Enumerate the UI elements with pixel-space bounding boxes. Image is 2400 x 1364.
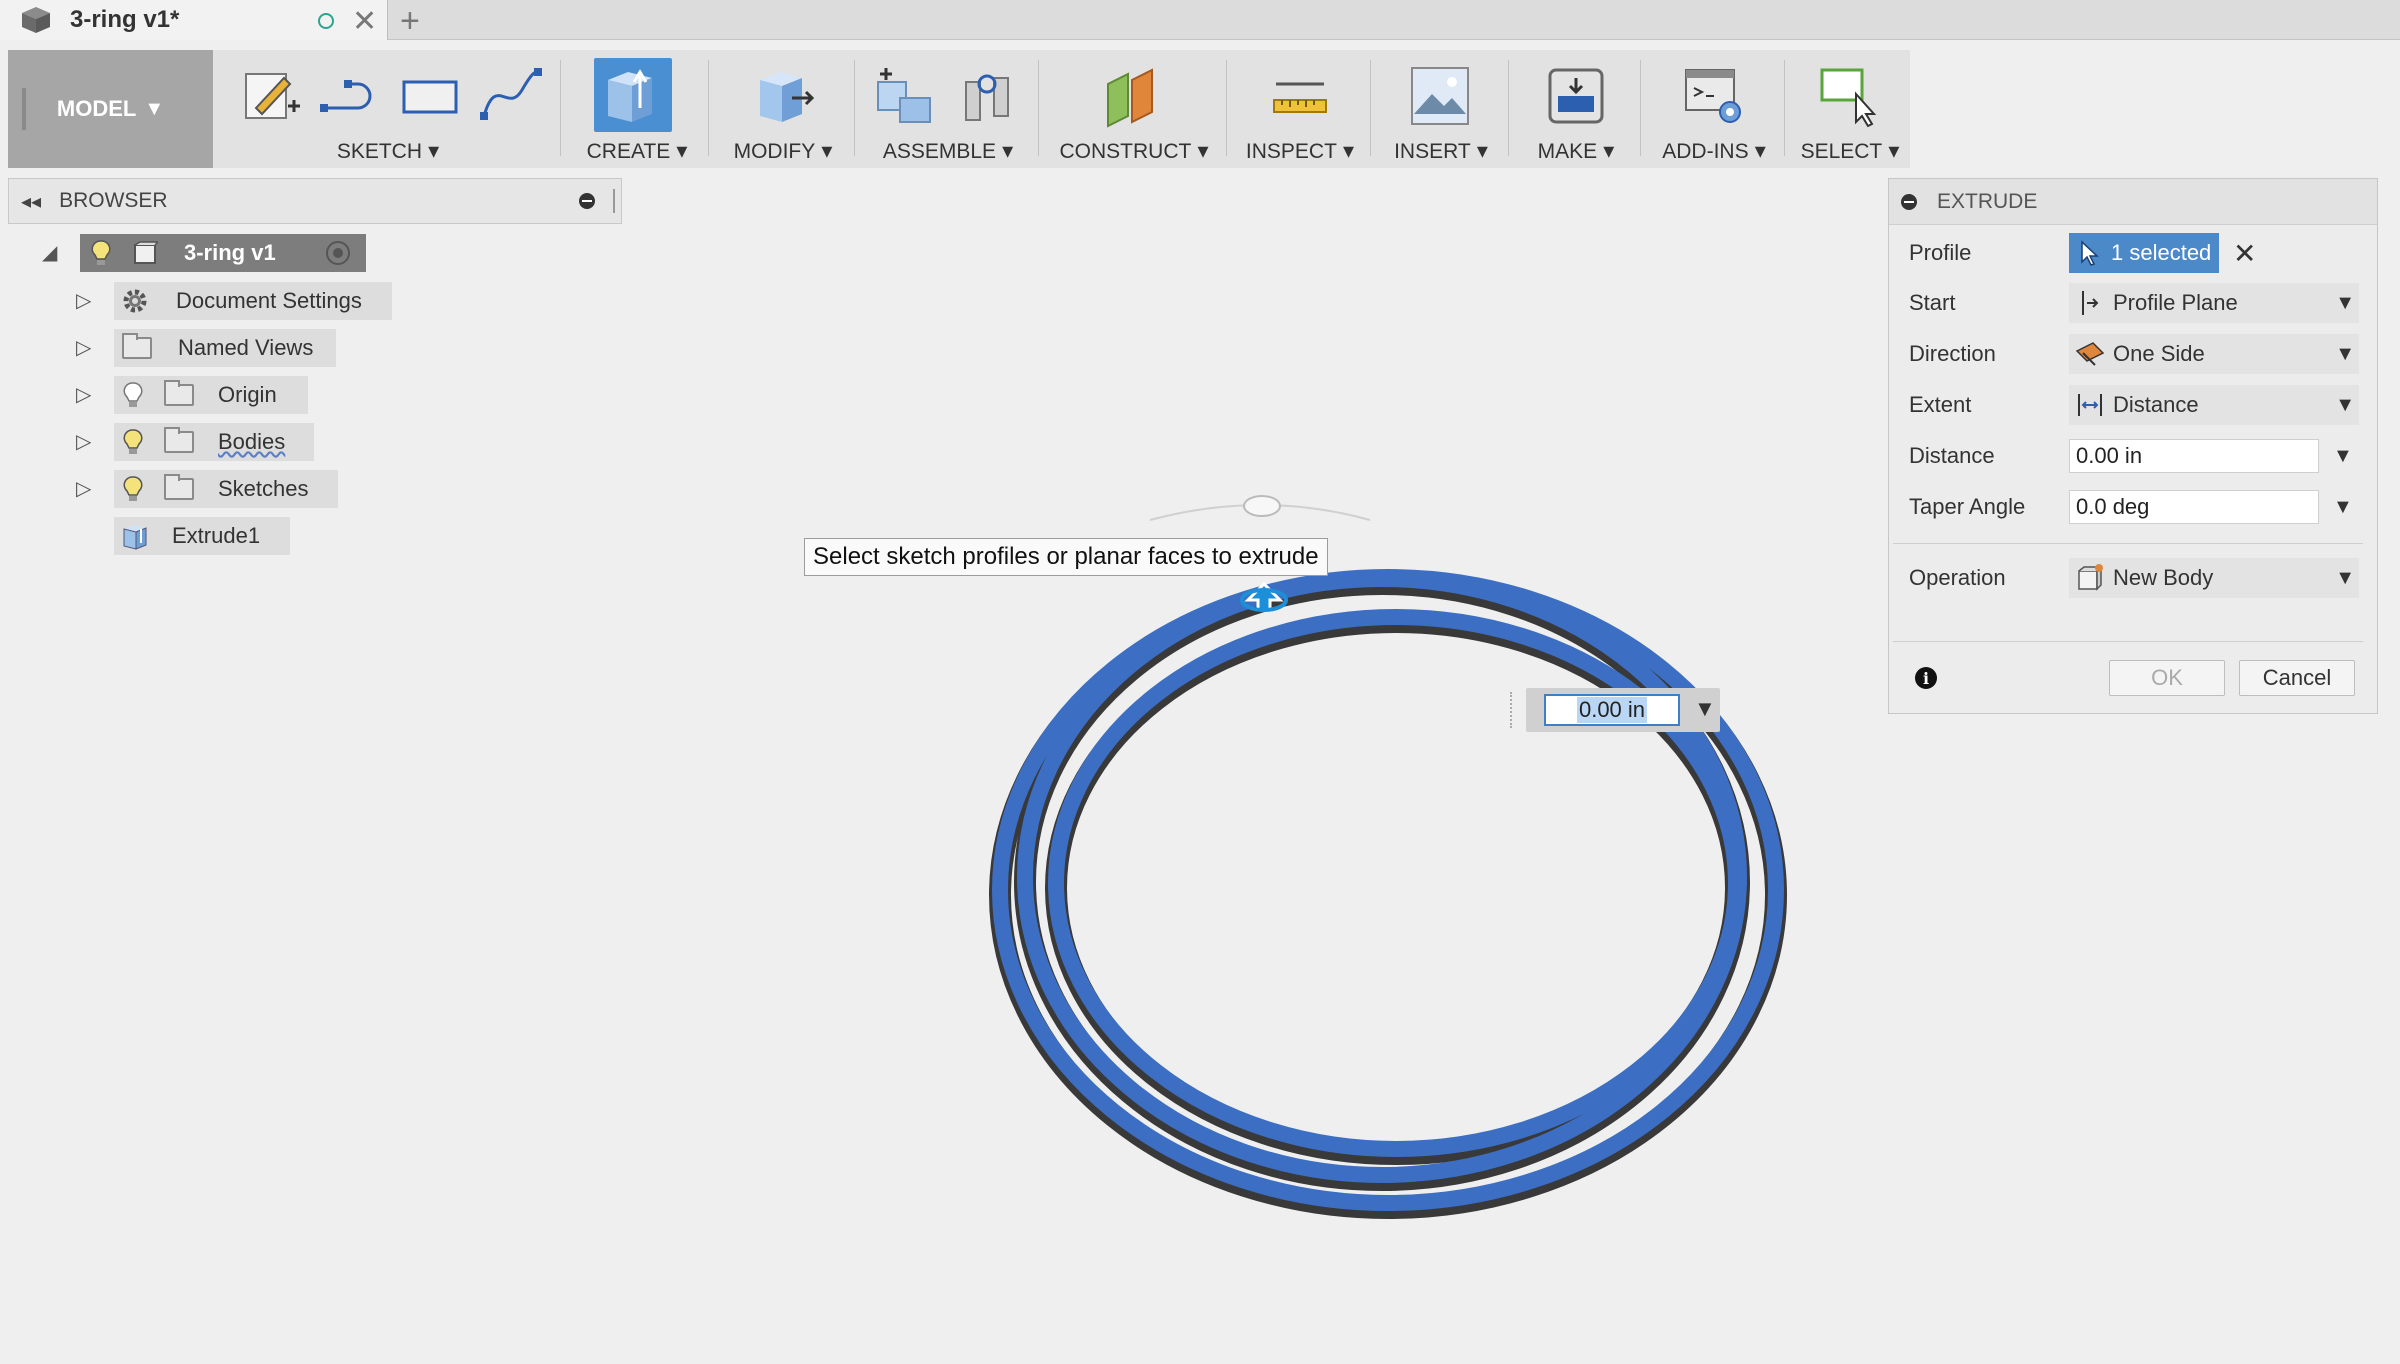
dialog-title: EXTRUDE (1937, 189, 2038, 213)
taper-angle-label: Taper Angle (1909, 494, 2026, 519)
extent-label: Extent (1909, 392, 1972, 417)
distance-extent-icon (2078, 394, 2102, 416)
profile-row: Profile 1 selected ✕ (1889, 231, 2379, 275)
cursor-arrow-icon (2081, 240, 2099, 266)
distance-inline-field[interactable]: 0.00 in (1544, 694, 1680, 726)
distance-manipulator-input: 0.00 in ▼ (1510, 688, 1720, 732)
start-dropdown[interactable]: Profile Plane ▼ (2069, 283, 2359, 323)
operation-dropdown[interactable]: New Body ▼ (2069, 558, 2359, 598)
info-icon[interactable]: i (1915, 667, 1937, 689)
distance-label: Distance (1909, 443, 1995, 468)
profile-selection-value: 1 selected (2111, 240, 2212, 265)
taper-angle-field[interactable]: 0.0 deg (2069, 490, 2319, 524)
manipulator-handle[interactable] (1243, 495, 1281, 517)
chevron-down-icon: ▼ (2335, 566, 2355, 589)
extent-value: Distance (2113, 392, 2199, 417)
ok-button[interactable]: OK (2109, 660, 2225, 696)
extent-dropdown[interactable]: Distance ▼ (2069, 385, 2359, 425)
taper-angle-row: Taper Angle 0.0 deg ▼ (1889, 485, 2379, 529)
direction-row: Direction One Side ▼ (1889, 332, 2379, 376)
chevron-down-icon[interactable]: ▼ (2333, 496, 2353, 519)
profile-label: Profile (1909, 240, 1972, 265)
ring-bodies[interactable] (992, 569, 1784, 1211)
direction-value: One Side (2113, 341, 2205, 366)
direction-label: Direction (1909, 341, 1996, 366)
minimize-icon[interactable] (1901, 193, 1917, 210)
cancel-button[interactable]: Cancel (2239, 660, 2355, 696)
chevron-down-icon: ▼ (2335, 291, 2355, 314)
dialog-header: EXTRUDE (1889, 179, 2377, 225)
start-value: Profile Plane (2113, 290, 2238, 315)
distance-inline-value: 0.00 in (1576, 697, 1648, 723)
direction-dropdown[interactable]: One Side ▼ (2069, 334, 2359, 374)
ring-middle[interactable] (1017, 571, 1747, 1183)
operation-row: Operation New Body ▼ (1889, 556, 2379, 600)
extrude-dialog: EXTRUDE Profile 1 selected ✕ Start Profi… (1888, 178, 2378, 714)
chevron-down-icon[interactable]: ▼ (1694, 696, 1716, 722)
chevron-down-icon: ▼ (2335, 342, 2355, 365)
dialog-divider (1893, 641, 2363, 642)
chevron-down-icon[interactable]: ▼ (2333, 445, 2353, 468)
operation-label: Operation (1909, 565, 2006, 590)
drag-handle[interactable] (1510, 692, 1516, 728)
start-row: Start Profile Plane ▼ (1889, 281, 2379, 325)
selection-tooltip: Select sketch profiles or planar faces t… (804, 538, 1328, 576)
new-body-icon (2078, 564, 2103, 591)
dialog-divider (1893, 543, 2363, 544)
extent-row: Extent Distance ▼ (1889, 383, 2379, 427)
distance-field[interactable]: 0.00 in (2069, 439, 2319, 473)
clear-selection-button[interactable]: ✕ (2233, 237, 2256, 270)
start-label: Start (1909, 290, 1956, 315)
one-side-icon (2075, 342, 2105, 366)
profile-plane-icon (2082, 291, 2099, 315)
profile-selection-button[interactable]: 1 selected (2069, 233, 2219, 273)
chevron-down-icon: ▼ (2335, 393, 2355, 416)
distance-row: Distance 0.00 in ▼ (1889, 434, 2379, 478)
operation-value: New Body (2113, 565, 2214, 590)
